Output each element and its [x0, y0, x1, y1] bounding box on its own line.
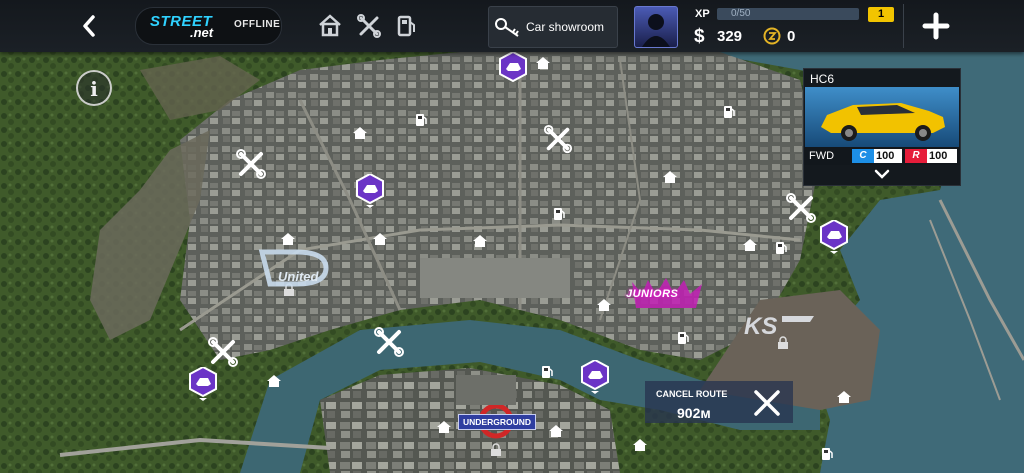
fuel-icon[interactable] [774, 240, 788, 256]
cancel-route-label: CANCEL ROUTE [656, 389, 728, 399]
workshop-icon[interactable] [235, 148, 267, 180]
wrench-icon[interactable] [356, 13, 382, 39]
district-logo-ks[interactable]: KS [742, 312, 816, 340]
house-icon[interactable] [266, 374, 282, 388]
race-event-marker[interactable] [819, 218, 849, 254]
fuel-icon[interactable] [540, 364, 554, 380]
house-icon[interactable] [472, 234, 488, 248]
rating-c-tag: C [852, 149, 874, 163]
house-icon[interactable] [836, 390, 852, 404]
fuel-icon[interactable] [676, 330, 690, 346]
plus-icon [922, 12, 950, 40]
workshop-icon[interactable] [785, 192, 817, 224]
top-bar: STREET .net OFFLINE Car showroom XP 0/50… [0, 0, 1024, 52]
route-distance: 902м [677, 405, 711, 421]
route-panel: CANCEL ROUTE 902м [645, 381, 793, 423]
race-event-marker[interactable] [580, 358, 610, 394]
user-silhouette-icon [642, 14, 670, 47]
car-showroom-button[interactable]: Car showroom [488, 6, 618, 48]
workshop-icon[interactable] [543, 124, 573, 154]
gold-coin-icon [763, 27, 781, 45]
race-event-marker[interactable] [498, 50, 528, 83]
cancel-route-button[interactable] [751, 387, 783, 419]
car-key-icon [495, 18, 519, 37]
car-image [805, 87, 959, 147]
juniors-label: JUNIORS [626, 288, 679, 300]
rating-r-tag: R [905, 149, 927, 163]
car-name: HC6 [810, 72, 835, 86]
fuel-icon[interactable] [722, 104, 736, 120]
chevron-down-icon [874, 169, 890, 179]
underground-label: UNDERGROUND [458, 414, 536, 430]
rating-r-chip: R 100 [905, 149, 957, 163]
district-logo-juniors[interactable]: JUNIORS [622, 278, 712, 312]
race-event-marker[interactable] [188, 365, 218, 401]
info-button[interactable]: i [76, 70, 112, 106]
house-icon[interactable] [596, 298, 612, 312]
selected-car-card[interactable]: HC6 FWD C 100 R 100 [803, 68, 961, 186]
fuel-icon[interactable] [414, 112, 428, 128]
xp-progress-bar: 0/50 [717, 8, 859, 20]
lock-icon [777, 336, 789, 350]
drive-type: FWD [809, 150, 835, 162]
home-icon[interactable] [317, 13, 343, 39]
fuel-icon[interactable] [552, 206, 566, 222]
back-button[interactable] [74, 10, 104, 42]
house-icon[interactable] [742, 238, 758, 252]
fuel-icon[interactable] [394, 13, 420, 39]
rating-r-value: 100 [929, 150, 948, 162]
rating-c-value: 100 [876, 150, 895, 162]
fuel-icon[interactable] [820, 446, 834, 462]
brand-status-pill: STREET .net OFFLINE [135, 7, 282, 45]
gold-balance: 0 [787, 28, 796, 45]
house-icon[interactable] [662, 170, 678, 184]
race-event-marker[interactable] [355, 172, 385, 208]
rating-c-chip: C 100 [852, 149, 902, 163]
house-icon[interactable] [548, 424, 564, 438]
connection-status: OFFLINE [234, 19, 281, 30]
house-icon[interactable] [436, 420, 452, 434]
house-icon[interactable] [352, 126, 368, 140]
svg-text:KS: KS [744, 313, 777, 338]
divider [903, 4, 904, 48]
money-balance: 329 [717, 28, 743, 45]
lock-icon [490, 443, 502, 457]
close-icon [754, 390, 780, 416]
xp-value: 0/50 [731, 8, 751, 19]
house-icon[interactable] [372, 232, 388, 246]
car-showroom-label: Car showroom [526, 20, 605, 34]
chevron-left-icon [83, 15, 95, 37]
district-label-united: United [278, 269, 320, 284]
district-logo-united[interactable]: United [256, 248, 332, 290]
district-logo-underground[interactable]: UNDERGROUND [458, 405, 536, 445]
expand-car-card-button[interactable] [804, 165, 960, 184]
dollar-icon: $ [694, 26, 705, 47]
house-icon[interactable] [535, 56, 551, 70]
xp-label: XP [695, 8, 710, 20]
add-currency-button[interactable] [922, 12, 950, 40]
brand-logo-net: .net [190, 25, 214, 40]
workshop-icon[interactable] [373, 326, 405, 358]
house-icon[interactable] [632, 438, 648, 452]
house-icon[interactable] [280, 232, 296, 246]
avatar[interactable] [634, 6, 678, 48]
workshop-icon[interactable] [207, 336, 239, 368]
player-level-badge: 1 [868, 7, 894, 22]
